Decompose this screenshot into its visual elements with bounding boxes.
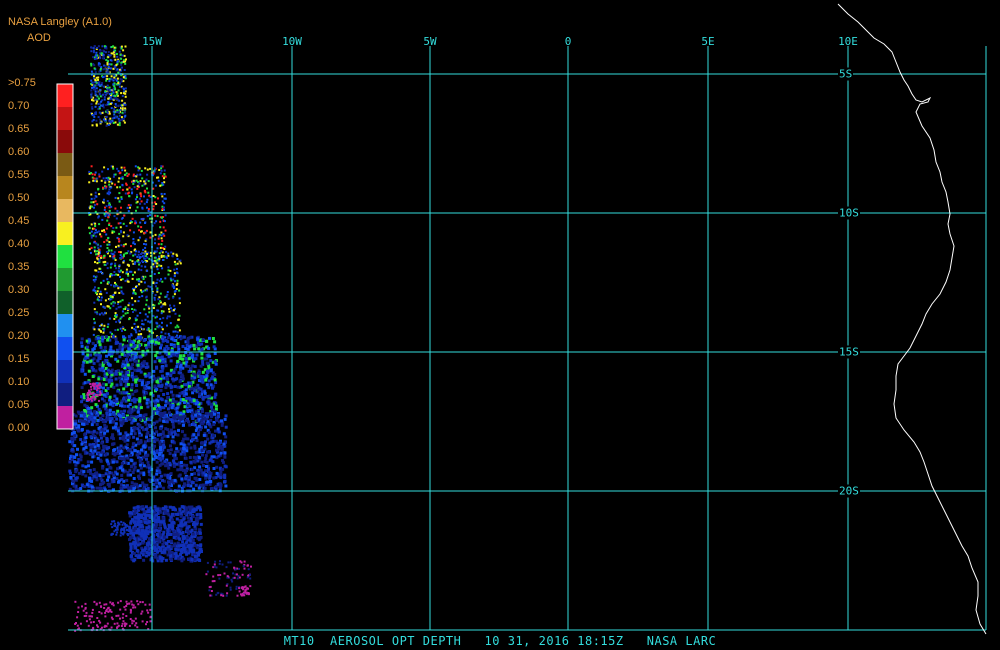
legend-color-cell (57, 84, 73, 107)
legend-label: 0.50 (8, 192, 30, 204)
aerosol-map (0, 0, 1000, 650)
legend-label: >0.75 (8, 77, 36, 89)
legend-color-cell (57, 245, 73, 268)
color-legend-bar (56, 83, 74, 430)
legend-label: 0.15 (8, 353, 30, 365)
legend-label: 0.70 (8, 100, 30, 112)
latitude-label: 20S (838, 484, 860, 498)
footer-caption: MT10 AEROSOL OPT DEPTH 10 31, 2016 18:15… (283, 634, 717, 648)
legend-label: 0.25 (8, 307, 30, 319)
legend-label: 0.40 (8, 238, 30, 250)
legend-label: 0.10 (8, 376, 30, 388)
legend-label: 0.65 (8, 123, 30, 135)
legend-label: 0.55 (8, 169, 30, 181)
legend-color-cell (57, 314, 73, 337)
legend-color-cell (57, 291, 73, 314)
longitude-label: 10W (282, 35, 302, 48)
legend-color-cell (57, 383, 73, 406)
legend-label: 0.00 (8, 422, 30, 434)
legend-color-cell (57, 337, 73, 360)
legend-color-cell (57, 268, 73, 291)
legend-color-cell (57, 360, 73, 383)
legend-label: 0.45 (8, 215, 30, 227)
legend-label: 0.05 (8, 399, 30, 411)
product-variable: AOD (27, 32, 51, 44)
legend-color-cell (57, 153, 73, 176)
legend-label: 0.30 (8, 284, 30, 296)
longitude-label: 15W (142, 35, 162, 48)
longitude-label: 5W (423, 35, 437, 48)
latitude-label: 15S (838, 345, 860, 359)
legend-color-cell (57, 176, 73, 199)
longitude-label: 5E (701, 35, 715, 48)
legend-color-cell (57, 406, 73, 429)
legend-label: 0.20 (8, 330, 30, 342)
longitude-label: 0 (564, 35, 572, 48)
longitude-label: 10E (838, 35, 858, 48)
product-title: NASA Langley (A1.0) (8, 16, 112, 28)
legend-color-cell (57, 222, 73, 245)
legend-color-cell (57, 199, 73, 222)
legend-color-cell (57, 130, 73, 153)
legend-color-cell (57, 107, 73, 130)
legend-label: 0.60 (8, 146, 30, 158)
latitude-label: 10S (838, 206, 860, 220)
latitude-label: 5S (838, 67, 854, 81)
legend-label: 0.35 (8, 261, 30, 273)
